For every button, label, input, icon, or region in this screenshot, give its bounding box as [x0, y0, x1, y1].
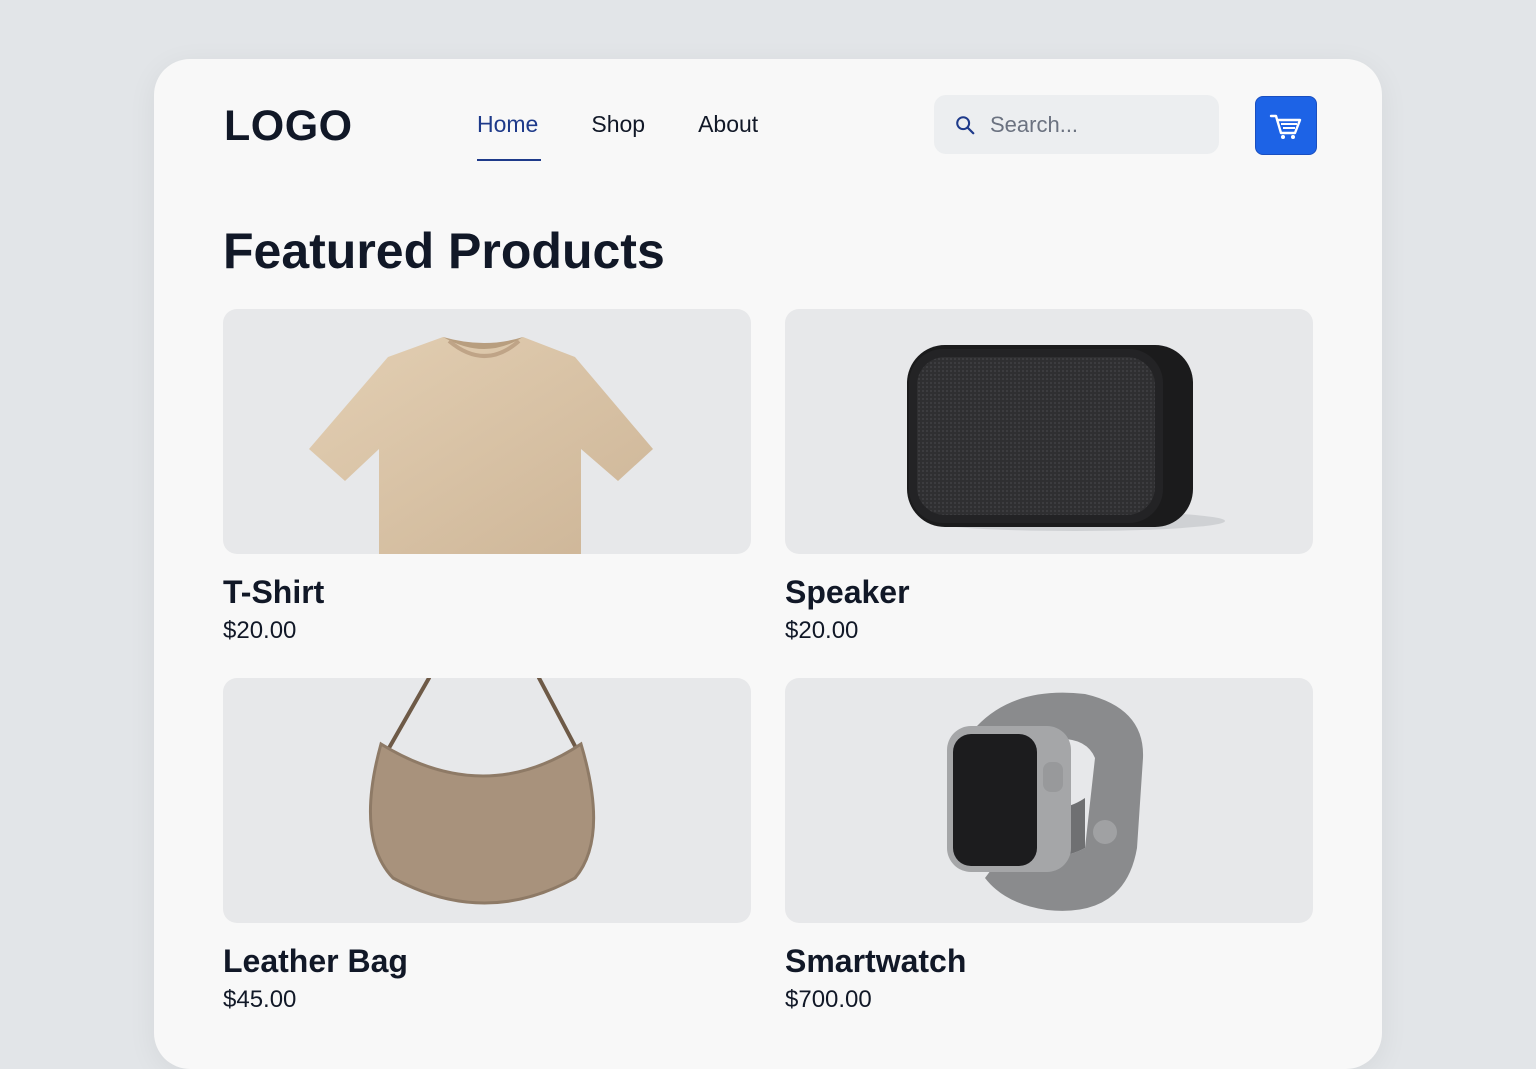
product-name[interactable]: Smartwatch: [785, 943, 1313, 980]
cart-button[interactable]: [1255, 96, 1317, 155]
product-price: $700.00: [785, 986, 872, 1013]
product-image[interactable]: [223, 309, 751, 554]
nav-about[interactable]: About: [698, 111, 758, 138]
logo[interactable]: LOGO: [224, 102, 353, 151]
product-price: $20.00: [223, 617, 297, 644]
page-title: Featured Products: [223, 223, 665, 279]
product-card-tshirt[interactable]: T-Shirt $20.00: [223, 309, 751, 645]
search-icon: [956, 115, 975, 134]
product-name[interactable]: Leather Bag: [223, 943, 751, 980]
search-box[interactable]: [934, 95, 1219, 154]
product-image[interactable]: [785, 678, 1313, 923]
nav-home[interactable]: Home: [477, 111, 542, 161]
product-name[interactable]: T-Shirt: [223, 574, 751, 611]
product-image[interactable]: [223, 678, 751, 923]
shopping-cart-icon: [1269, 114, 1302, 139]
search-input[interactable]: [988, 110, 1212, 139]
smartwatch-image: [947, 692, 1144, 911]
speaker-image: [907, 345, 1225, 531]
tshirt-image: [309, 337, 653, 554]
product-card-speaker[interactable]: Speaker $20.00: [785, 309, 1313, 645]
product-price: $20.00: [785, 617, 859, 644]
product-image[interactable]: [785, 309, 1313, 554]
product-card-smartwatch[interactable]: Smartwatch $700.00: [785, 678, 1313, 1014]
leather-bag-image: [368, 678, 596, 905]
nav-shop[interactable]: Shop: [591, 111, 645, 138]
product-name[interactable]: Speaker: [785, 574, 1313, 611]
main-card: LOGO Home Shop About Featured Products: [154, 59, 1382, 1069]
main-nav: Home Shop About: [477, 111, 811, 161]
product-card-leather-bag[interactable]: Leather Bag $45.00: [223, 678, 751, 1014]
product-price: $45.00: [223, 986, 297, 1013]
